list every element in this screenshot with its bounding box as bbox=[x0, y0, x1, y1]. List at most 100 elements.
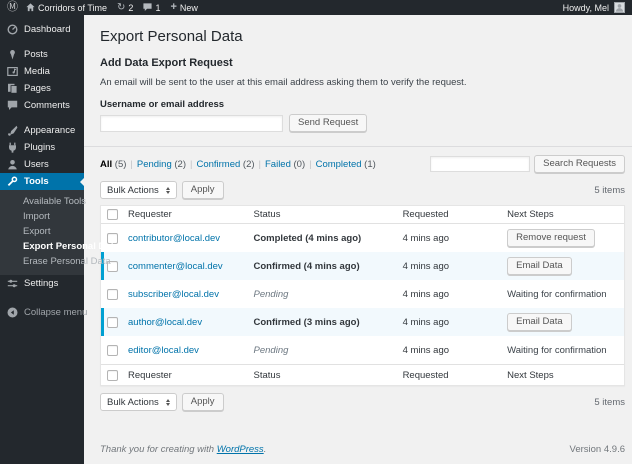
sidebar-item-plugins[interactable]: Plugins bbox=[0, 139, 84, 156]
sidebar-item-dashboard[interactable]: Dashboard bbox=[0, 21, 84, 38]
requested-text: 4 mins ago bbox=[402, 232, 450, 244]
bulk-actions-select[interactable]: Bulk Actions bbox=[100, 181, 177, 199]
sidebar-item-label: Settings bbox=[24, 278, 59, 289]
send-request-form: Send Request bbox=[100, 114, 625, 132]
column-header-next-steps: Next Steps bbox=[507, 209, 554, 220]
new-content-button[interactable]: + New bbox=[170, 2, 197, 13]
site-name-label: Corridors of Time bbox=[38, 2, 108, 13]
select-all-checkbox[interactable] bbox=[106, 369, 118, 381]
next-step-text: Waiting for confirmation bbox=[507, 288, 607, 300]
apply-button[interactable]: Apply bbox=[181, 181, 224, 199]
sidebar-item-comments[interactable]: Comments bbox=[0, 97, 84, 114]
status-text: Confirmed (3 mins ago) bbox=[253, 316, 360, 328]
admin-bar: Ⓜ Corridors of Time ↻ 2 1 + New Howdy, M… bbox=[0, 0, 632, 15]
filter-failed[interactable]: Failed (0) bbox=[265, 159, 305, 170]
settings-icon bbox=[7, 278, 18, 289]
wordpress-logo-icon[interactable]: Ⓜ bbox=[7, 2, 18, 13]
requester-email-link[interactable]: commenter@local.dev bbox=[128, 261, 223, 272]
users-icon bbox=[7, 159, 18, 170]
select-arrows-icon bbox=[165, 186, 170, 194]
table-row: editor@local.dev Pending 4 mins ago Waiting… bbox=[101, 336, 624, 364]
posts-icon bbox=[7, 49, 18, 60]
comment-count: 1 bbox=[155, 2, 161, 13]
requester-email-link[interactable]: editor@local.dev bbox=[128, 345, 199, 356]
apply-button-bottom[interactable]: Apply bbox=[181, 393, 224, 411]
column-header-requester: Requester bbox=[128, 209, 172, 220]
requester-email-link[interactable]: contributor@local.dev bbox=[128, 233, 220, 244]
comments-icon bbox=[7, 100, 18, 111]
email-data-button[interactable]: Email Data bbox=[507, 313, 572, 331]
filter-links: All (5) | Pending (2) | Confirmed (2) | Failed… bbox=[100, 159, 376, 170]
filter-all[interactable]: All (5) bbox=[100, 159, 126, 170]
sidebar-item-pages[interactable]: Pages bbox=[0, 80, 84, 97]
update-count: 2 bbox=[128, 2, 134, 13]
collapse-icon bbox=[7, 307, 18, 318]
items-count-bottom: 5 items bbox=[594, 396, 625, 408]
email-field[interactable] bbox=[100, 114, 283, 132]
sidebar-item-posts[interactable]: Posts bbox=[0, 46, 84, 63]
filter-pending[interactable]: Pending (2) bbox=[137, 159, 186, 170]
filter-completed[interactable]: Completed (1) bbox=[316, 159, 376, 170]
status-text: Pending bbox=[253, 288, 289, 300]
plus-icon: + bbox=[170, 1, 177, 13]
requester-email-link[interactable]: subscriber@local.dev bbox=[128, 289, 219, 300]
tools-icon bbox=[7, 176, 18, 187]
next-step-text: Waiting for confirmation bbox=[507, 344, 607, 356]
sidebar-subitem-erase-personal-data[interactable]: Erase Personal Data bbox=[0, 254, 111, 269]
sidebar-item-tools[interactable]: Tools bbox=[0, 173, 84, 190]
account-menu[interactable]: Howdy, Mel bbox=[563, 2, 625, 13]
sidebar-item-label: Dashboard bbox=[24, 24, 71, 35]
wordpress-link[interactable]: WordPress bbox=[217, 444, 264, 455]
updates-indicator[interactable]: ↻ 2 bbox=[117, 1, 134, 13]
select-all-checkbox[interactable] bbox=[106, 209, 118, 220]
sidebar-item-media[interactable]: Media bbox=[0, 63, 84, 80]
search-requests-button[interactable]: Search Requests bbox=[534, 155, 625, 173]
remove-request-button[interactable]: Remove request bbox=[507, 229, 595, 247]
requester-email-link[interactable]: author@local.dev bbox=[128, 317, 202, 328]
requested-text: 4 mins ago bbox=[402, 288, 450, 300]
search-input[interactable] bbox=[430, 156, 531, 172]
table-row: subscriber@local.dev Pending 4 mins ago Wai… bbox=[101, 280, 624, 308]
new-label: New bbox=[179, 2, 198, 13]
sidebar-item-label: Appearance bbox=[24, 125, 76, 136]
sidebar-item-users[interactable]: Users bbox=[0, 156, 84, 173]
comments-indicator[interactable]: 1 bbox=[143, 3, 160, 13]
column-header-status: Status bbox=[253, 369, 281, 381]
sidebar-item-label: Pages bbox=[24, 83, 51, 94]
sidebar-subitem-export[interactable]: Export bbox=[0, 224, 84, 239]
sidebar-item-settings[interactable]: Settings bbox=[0, 275, 84, 292]
table-row: author@local.dev Confirmed (3 mins ago) 4 … bbox=[101, 308, 624, 336]
status-text: Pending bbox=[253, 344, 289, 356]
filter-separator: | bbox=[309, 158, 312, 170]
status-text: Completed (4 mins ago) bbox=[253, 232, 362, 244]
site-name-link[interactable]: Corridors of Time bbox=[26, 3, 107, 13]
row-checkbox[interactable] bbox=[106, 316, 118, 328]
requests-table: Requester Status Requested Next Steps contr… bbox=[100, 205, 625, 386]
requested-text: 4 mins ago bbox=[402, 316, 450, 328]
sidebar-subitem-import[interactable]: Import bbox=[0, 209, 84, 224]
update-icon: ↻ bbox=[117, 1, 126, 13]
email-data-button[interactable]: Email Data bbox=[507, 257, 572, 275]
sidebar-item-label: Media bbox=[24, 66, 50, 77]
bulk-actions-select-bottom[interactable]: Bulk Actions bbox=[100, 393, 177, 411]
sidebar-item-label: Posts bbox=[24, 49, 48, 60]
sidebar-subitem-available-tools[interactable]: Available Tools bbox=[0, 194, 86, 209]
row-checkbox[interactable] bbox=[106, 288, 118, 300]
avatar bbox=[614, 2, 625, 13]
sidebar-item-appearance[interactable]: Appearance bbox=[0, 122, 84, 139]
home-icon bbox=[26, 3, 35, 12]
email-field-label: Username or email address bbox=[100, 99, 225, 110]
sidebar-item-label: Users bbox=[24, 159, 49, 170]
filter-confirmed[interactable]: Confirmed (2) bbox=[196, 159, 254, 170]
filter-separator: | bbox=[189, 158, 193, 170]
form-description: An email will be sent to the user at thi… bbox=[100, 77, 467, 88]
collapse-menu-button[interactable]: Collapse menu bbox=[0, 304, 87, 321]
sidebar-item-label: Tools bbox=[24, 176, 49, 187]
table-header-row: Requester Status Requested Next Steps bbox=[101, 206, 624, 224]
send-request-button[interactable]: Send Request bbox=[289, 114, 368, 132]
status-text: Confirmed (4 mins ago) bbox=[253, 260, 360, 272]
version-text: Version 4.9.6 bbox=[569, 444, 625, 455]
sidebar-subitem-export-personal-data[interactable]: Export Personal Data bbox=[0, 239, 119, 254]
filters-row: All (5) | Pending (2) | Confirmed (2) | Failed… bbox=[100, 155, 625, 173]
row-checkbox[interactable] bbox=[106, 344, 118, 356]
